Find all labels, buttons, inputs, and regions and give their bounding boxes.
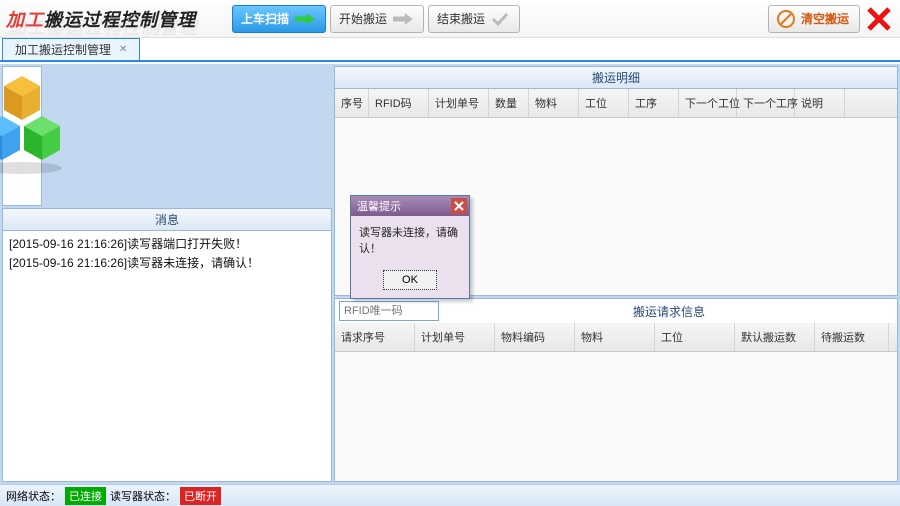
message-line: [2015-09-16 21:16:26]读写器未连接，请确认！ [9,254,325,273]
col-header[interactable]: 工位 [655,323,735,351]
col-header[interactable]: RFID码 [369,89,429,117]
message-list: [2015-09-16 21:16:26]读写器端口打开失败！[2015-09-… [3,231,331,481]
start-button[interactable]: 开始搬运 [330,5,424,33]
title-black: 搬运过程控制管理 [44,10,196,30]
rfid-input[interactable] [339,301,439,321]
col-header[interactable]: 序号 [335,89,369,117]
left-pane: 消息 [2015-09-16 21:16:26]读写器端口打开失败！[2015-… [0,64,334,484]
col-header[interactable]: 物料 [529,89,579,117]
close-icon [454,201,464,211]
close-button[interactable] [862,2,896,36]
col-header[interactable]: 待搬运数 [815,323,889,351]
col-header[interactable]: 物料编码 [495,323,575,351]
dialog-close-button[interactable] [451,198,467,214]
scan-button[interactable]: 上车扫描 [232,5,326,33]
col-header[interactable]: 说明 [795,89,845,117]
scan-label: 上车扫描 [241,10,289,27]
end-button[interactable]: 结束搬运 [428,5,520,33]
col-header[interactable]: 工位 [579,89,629,117]
net-label: 网络状态： [6,488,61,504]
tab-label: 加工搬运控制管理 [15,41,111,58]
tab-close-icon[interactable]: ✕ [119,44,127,55]
request-title: 搬运请求信息 [445,303,893,320]
col-header[interactable]: 默认搬运数 [735,323,815,351]
cube-panel [2,66,42,206]
tab-strip: 加工搬运控制管理 ✕ [0,38,900,62]
reader-label: 读写器状态： [110,488,176,504]
dialog-message: 读写器未连接，请确认！ [351,216,469,264]
check-icon [491,12,509,26]
cube-icon [0,76,82,176]
arrow-right-icon [295,12,315,26]
col-header[interactable]: 请求序号 [335,323,415,351]
col-header[interactable]: 下一个工位 [679,89,737,117]
clear-button[interactable]: 清空搬运 [768,5,860,33]
stop-icon [777,10,795,28]
message-line: [2015-09-16 21:16:26]读写器端口打开失败！ [9,235,325,254]
dialog-titlebar[interactable]: 温馨提示 [351,196,469,216]
app-title: 加工搬运过程控制管理 加工搬运过程控制管理 [0,0,230,37]
end-label: 结束搬运 [437,10,485,27]
col-header[interactable]: 工序 [629,89,679,117]
close-icon [866,6,892,32]
message-panel: 消息 [2015-09-16 21:16:26]读写器端口打开失败！[2015-… [2,208,332,482]
col-header[interactable]: 物料 [575,323,655,351]
request-header: 搬运请求信息 [335,299,897,323]
col-header[interactable]: 计划单号 [415,323,495,351]
request-panel: 搬运请求信息 请求序号计划单号物料编码物料工位默认搬运数待搬运数 [334,298,898,482]
arrow-right-icon [393,12,413,26]
request-body [335,352,897,481]
request-columns: 请求序号计划单号物料编码物料工位默认搬运数待搬运数 [335,323,897,352]
clear-label: 清空搬运 [801,10,849,27]
col-header[interactable]: 下一个工序 [737,89,795,117]
status-bar: 网络状态： 已连接 读写器状态： 已断开 [0,484,900,506]
col-header[interactable]: 计划单号 [429,89,489,117]
dialog-title: 温馨提示 [357,198,401,214]
start-label: 开始搬运 [339,10,387,27]
title-red: 加工 [6,10,44,30]
dialog-ok-button[interactable]: OK [383,270,437,290]
detail-columns: 序号RFID码计划单号数量物料工位工序下一个工位下一个工序说明 [335,89,897,118]
detail-header: 搬运明细 [335,67,897,89]
top-toolbar: 加工搬运过程控制管理 加工搬运过程控制管理 上车扫描 开始搬运 结束搬运 清空搬… [0,0,900,38]
col-header[interactable]: 数量 [489,89,529,117]
reader-status-badge: 已断开 [180,487,221,505]
tab-main[interactable]: 加工搬运控制管理 ✕ [2,38,140,60]
message-header: 消息 [3,209,331,231]
alert-dialog: 温馨提示 读写器未连接，请确认！ OK [350,195,470,299]
net-status-badge: 已连接 [65,487,106,505]
